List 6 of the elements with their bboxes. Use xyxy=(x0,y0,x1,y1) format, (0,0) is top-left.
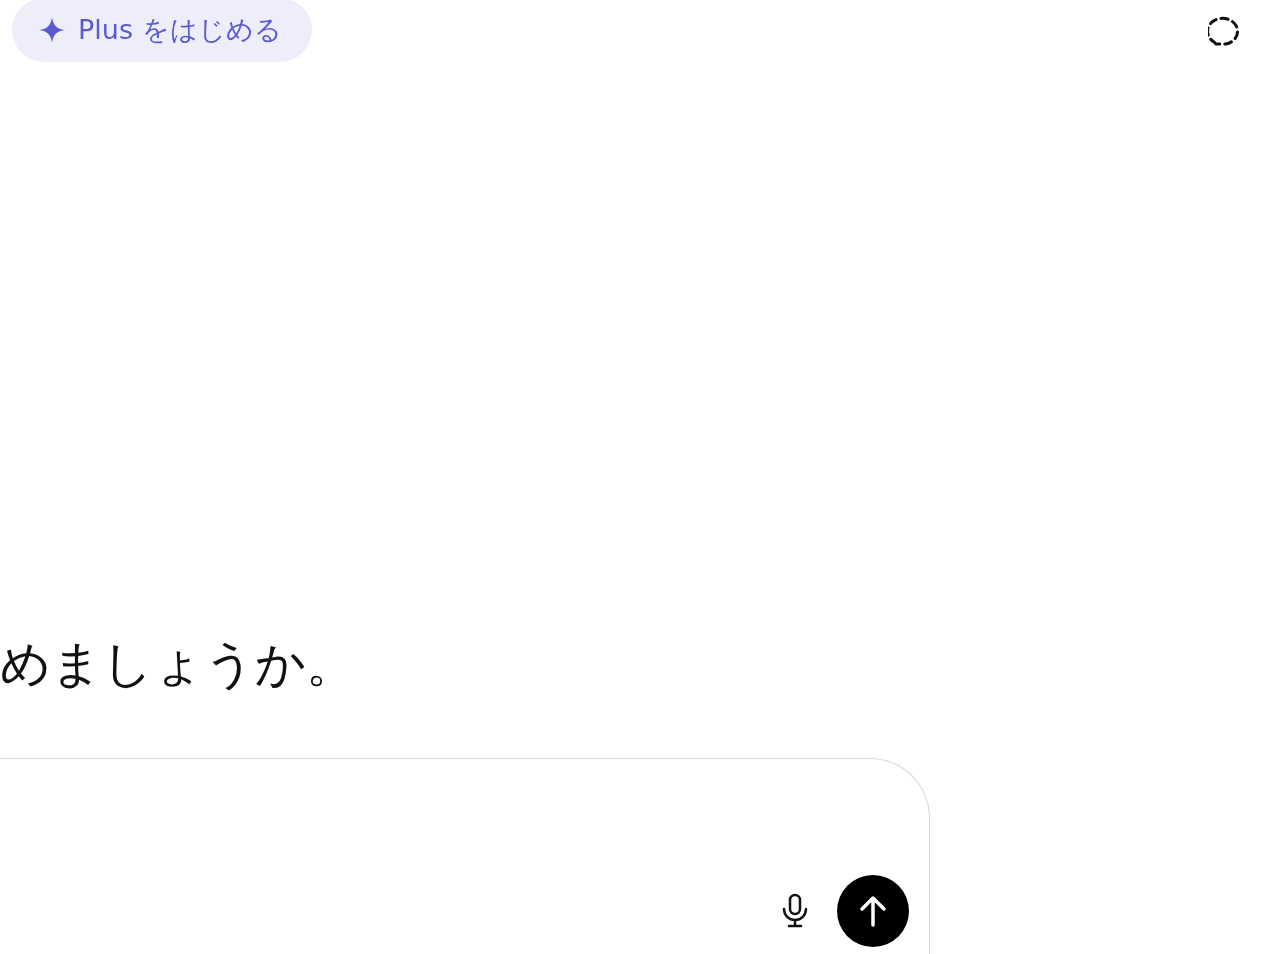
sparkle-icon xyxy=(38,16,66,44)
up-arrow-icon xyxy=(858,895,888,927)
upgrade-button[interactable]: Plus をはじめる xyxy=(12,0,312,62)
message-input-box[interactable] xyxy=(0,758,930,954)
greeting-heading: めましょうか。 xyxy=(0,634,356,694)
microphone-icon[interactable] xyxy=(781,893,809,929)
